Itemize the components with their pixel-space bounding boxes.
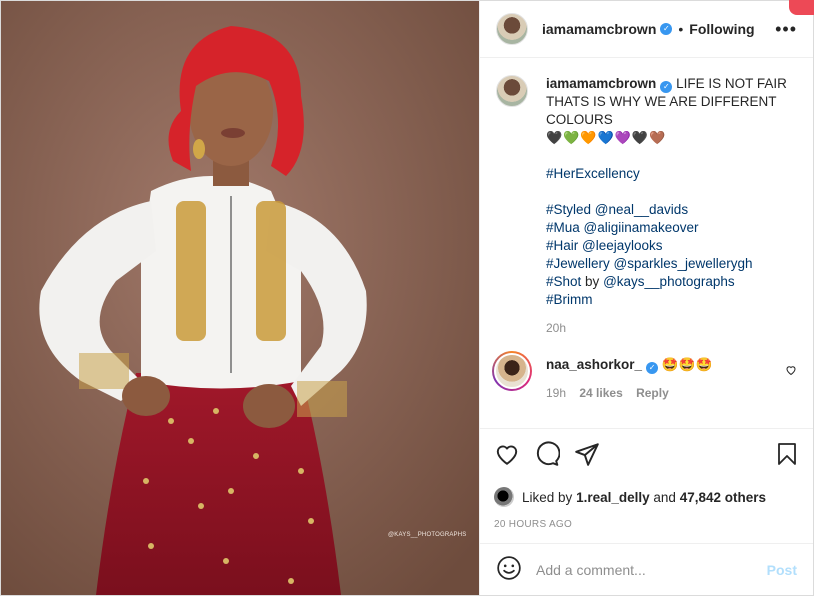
comments-section: iamamamcbrown ✓ LIFE IS NOT FAIR THATS IS… <box>480 59 813 427</box>
post-photo-image <box>1 1 479 595</box>
hashtag-styled[interactable]: #Styled <box>546 202 591 217</box>
hashtag-herexcellency[interactable]: #HerExcellency <box>546 165 787 183</box>
caption-shot-by: by <box>585 274 600 289</box>
post-sidebar: iamamamcbrown ✓ • Following ••• iamamamc… <box>479 0 814 595</box>
photo-watermark: @KAYS__PHOTOGRAPHS <box>388 532 467 538</box>
following-button[interactable]: Following <box>689 21 754 37</box>
action-icons-row <box>494 439 799 471</box>
notification-badge <box>789 0 814 15</box>
liker-avatar[interactable] <box>494 487 514 507</box>
caption-line-1: LIFE IS NOT FAIR <box>676 76 787 91</box>
likes-and: and <box>653 489 676 505</box>
mention-mua[interactable]: @aligiinamakeover <box>584 220 699 235</box>
commenter-username[interactable]: naa_ashorkor_ <box>546 357 642 372</box>
post-comment-button[interactable]: Post <box>767 562 797 578</box>
verified-badge-icon: ✓ <box>660 81 673 93</box>
post-dialog: @KAYS__PHOTOGRAPHS iamamamcbrown ✓ • Fol… <box>0 0 814 596</box>
mention-shot[interactable]: @kays__photographs <box>603 274 735 289</box>
comment-time[interactable]: 19h <box>546 386 566 400</box>
hashtag-hair[interactable]: #Hair <box>546 238 578 253</box>
caption-time[interactable]: 20h <box>546 321 797 335</box>
likes-prefix: Liked by <box>522 489 573 505</box>
add-comment-bar: Post <box>480 543 813 595</box>
commenter-avatar-image <box>494 353 530 389</box>
caption-hearts: 🖤💚🧡💙💜🖤🤎 <box>546 130 667 145</box>
comment-likes[interactable]: 24 likes <box>579 386 622 400</box>
hashtag-brimm[interactable]: #Brimm <box>546 291 787 309</box>
save-bookmark-icon[interactable] <box>775 441 799 470</box>
ellipsis-icon[interactable]: ••• <box>775 19 797 40</box>
add-comment-input[interactable] <box>536 561 767 578</box>
commenter-avatar[interactable] <box>492 351 532 391</box>
emoji-smiley-icon[interactable] <box>496 555 522 584</box>
likes-others-link[interactable]: 47,842 others <box>680 490 766 505</box>
header-separator: • <box>678 21 684 37</box>
comment-reply-button[interactable]: Reply <box>636 386 669 400</box>
post-photo[interactable]: @KAYS__PHOTOGRAPHS <box>1 1 479 595</box>
mention-styled[interactable]: @neal__davids <box>595 202 688 217</box>
likes-summary: Liked by 1.real_delly and 47,842 others <box>494 487 799 507</box>
verified-badge-icon: ✓ <box>646 362 659 374</box>
post-caption: iamamamcbrown ✓ LIFE IS NOT FAIR THATS IS… <box>496 75 797 309</box>
caption-author-avatar[interactable] <box>496 75 528 107</box>
author-username[interactable]: iamamamcbrown <box>542 21 656 37</box>
comment-text-line: naa_ashorkor_ ✓ 🤩🤩🤩 <box>546 357 712 374</box>
comment-bubble-icon[interactable] <box>534 440 561 470</box>
caption-username[interactable]: iamamamcbrown <box>546 76 656 91</box>
author-avatar[interactable] <box>496 13 528 45</box>
comment-text: 🤩🤩🤩 <box>661 357 713 372</box>
caption-line-2: THATS IS WHY WE ARE DIFFERENT <box>546 94 777 109</box>
mention-hair[interactable]: @leejaylooks <box>582 238 663 253</box>
verified-badge-icon: ✓ <box>660 23 673 35</box>
comment-body: naa_ashorkor_ ✓ 🤩🤩🤩 19h 24 likes Reply <box>546 351 712 400</box>
post-actions: Liked by 1.real_delly and 47,842 others … <box>480 428 813 530</box>
like-heart-icon[interactable] <box>494 441 520 470</box>
caption-text: iamamamcbrown ✓ LIFE IS NOT FAIR THATS IS… <box>546 75 787 309</box>
share-paper-plane-icon[interactable] <box>574 441 600 470</box>
comment-like-heart-icon[interactable] <box>785 363 797 379</box>
hashtag-mua[interactable]: #Mua <box>546 220 580 235</box>
comment-item: naa_ashorkor_ ✓ 🤩🤩🤩 19h 24 likes Reply <box>492 351 797 400</box>
hashtag-shot[interactable]: #Shot <box>546 274 581 289</box>
post-header: iamamamcbrown ✓ • Following ••• <box>480 1 813 58</box>
post-age[interactable]: 20 HOURS AGO <box>494 519 799 530</box>
comment-meta: 19h 24 likes Reply <box>546 386 712 400</box>
hashtag-jewellery[interactable]: #Jewellery <box>546 256 610 271</box>
liker-username[interactable]: 1.real_delly <box>576 490 650 505</box>
caption-line-3: COLOURS <box>546 112 613 127</box>
mention-jewellery[interactable]: @sparkles_jewellerygh <box>614 256 753 271</box>
